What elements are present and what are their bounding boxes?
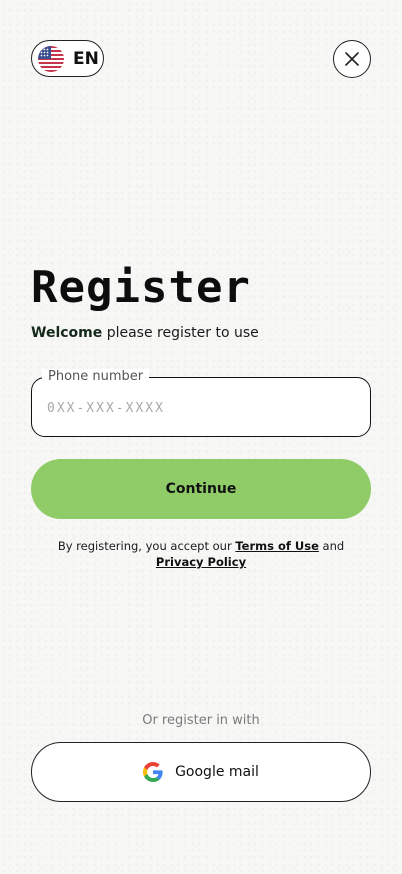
google-icon: [143, 762, 163, 782]
phone-number-label: Phone number: [42, 369, 150, 384]
alt-register-label: Or register in with: [142, 713, 260, 728]
terms-of-use-link[interactable]: Terms of Use: [235, 539, 319, 553]
terms-prefix: By registering, you accept our: [57, 539, 236, 553]
terms-notice: By registering, you accept our Terms of …: [31, 538, 371, 570]
phone-number-input[interactable]: [47, 396, 347, 420]
subtitle-bold: Welcome: [31, 325, 103, 341]
continue-button[interactable]: Continue: [31, 459, 371, 519]
page-subtitle: Welcome please register to use: [31, 325, 259, 341]
terms-middle: and: [318, 539, 345, 553]
language-code: EN: [73, 48, 99, 69]
us-flag-icon: [38, 45, 64, 72]
page-title: Register: [31, 262, 251, 313]
close-icon: [345, 52, 359, 66]
google-button-label: Google mail: [175, 764, 259, 780]
language-selector[interactable]: EN: [31, 40, 104, 77]
phone-number-field: Phone number: [31, 369, 371, 437]
subtitle-text: please register to use: [102, 325, 259, 341]
close-button[interactable]: [333, 40, 371, 78]
privacy-policy-link[interactable]: Privacy Policy: [156, 555, 246, 569]
google-register-button[interactable]: Google mail: [31, 742, 371, 802]
